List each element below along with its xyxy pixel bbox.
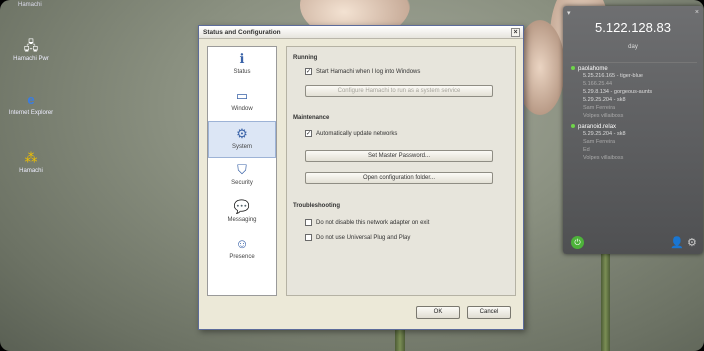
sidebar-item-security[interactable]: ⛉ Security [208, 158, 276, 195]
panel-close-icon[interactable]: × [695, 9, 699, 16]
sidebar-item-label: Status [233, 69, 251, 75]
settings-sidebar: ℹ Status ▭ Window ⚙ System ⛉ Security 💬 … [207, 46, 277, 296]
checkbox-label: Automatically update networks [316, 130, 398, 137]
sidebar-item-presence[interactable]: ☺ Presence [208, 232, 276, 269]
sidebar-item-window[interactable]: ▭ Window [208, 84, 276, 121]
peer-item[interactable]: 5.29.25.204 - sk8 [571, 96, 697, 104]
sidebar-item-label: System [231, 144, 252, 150]
wallpaper-stem [601, 250, 610, 351]
hamachi-status-panel: ▾ × 5.122.128.83 day paolahome 5.25.216.… [563, 6, 703, 254]
sidebar-item-system[interactable]: ⚙ System [208, 121, 276, 158]
checkbox-box[interactable]: ✓ [305, 130, 312, 137]
peer-item[interactable]: 5.166.25.44 [571, 80, 697, 88]
desktop-icon-hamachi[interactable]: ⁂ Hamachi [8, 150, 54, 175]
status-config-dialog: Status and Configuration × ℹ Status ▭ Wi… [198, 25, 524, 330]
no-disable-adapter-checkbox[interactable]: Do not disable this network adapter on e… [305, 219, 429, 226]
start-with-windows-checkbox[interactable]: ✓ Start Hamachi when I log into Windows [305, 68, 420, 75]
peer-item[interactable]: 5.29.25.204 - sk8 [571, 130, 697, 138]
peer-item[interactable]: Volpes villaiboss [571, 154, 697, 162]
cancel-button[interactable]: Cancel [467, 306, 511, 319]
section-maintenance: Maintenance [293, 115, 330, 121]
settings-icon[interactable]: ⚙ [687, 236, 697, 249]
online-dot-icon [571, 124, 575, 128]
network-computer-icon: 🖧 [23, 38, 39, 53]
checkbox-box[interactable] [305, 219, 312, 226]
dialog-title: Status and Configuration [203, 29, 281, 36]
presence-icon: ☺ [235, 236, 249, 251]
speech-bubble-icon: 💬 [233, 199, 251, 214]
shield-icon: ⛉ [237, 162, 247, 177]
desktop-icon-label: Internet Explorer [8, 110, 54, 116]
status-text: day [628, 44, 638, 50]
ip-address: 5.122.128.83 [595, 20, 671, 35]
dialog-titlebar[interactable]: Status and Configuration × [199, 26, 523, 39]
hamachi-icon: ⁂ [24, 150, 38, 165]
sidebar-item-status[interactable]: ℹ Status [208, 47, 276, 84]
peer-item[interactable]: Ed [571, 146, 697, 154]
sidebar-item-label: Window [231, 106, 253, 112]
sidebar-item-label: Messaging [227, 217, 257, 223]
set-master-password-button[interactable]: Set Master Password... [305, 150, 493, 162]
desktop-icon-label: Hamachi Pwr [13, 56, 49, 62]
window-icon: ▭ [235, 88, 249, 103]
sidebar-item-label: Security [231, 180, 253, 186]
info-icon: ℹ [239, 51, 245, 66]
peer-item[interactable]: Volpes villaiboss [571, 112, 697, 120]
desktop-icon-network[interactable]: 🖧 Hamachi Pwr [8, 38, 54, 63]
peer-item[interactable]: Sam Ferreira [571, 138, 697, 146]
checkbox-label: Start Hamachi when I log into Windows [316, 68, 421, 75]
online-dot-icon [571, 66, 575, 70]
network-list: paolahome 5.25.216.165 - tiger-blue 5.16… [571, 62, 697, 230]
gear-icon: ⚙ [236, 126, 248, 141]
section-troubleshooting: Troubleshooting [293, 203, 340, 209]
configure-service-button[interactable]: Configure Hamachi to run as a system ser… [305, 85, 493, 97]
sidebar-item-label: Presence [229, 254, 255, 260]
section-running: Running [293, 55, 318, 61]
add-user-icon[interactable]: 👤 [670, 236, 684, 249]
settings-panel: Running ✓ Start Hamachi when I log into … [286, 46, 516, 296]
ok-button[interactable]: OK [416, 306, 460, 319]
power-icon[interactable]: ⏻ [571, 236, 584, 249]
checkbox-box[interactable]: ✓ [305, 68, 312, 75]
desktop-icon-label: Hamachi [19, 168, 43, 174]
desktop-icon-ie[interactable]: e Internet Explorer [8, 92, 54, 117]
peer-item[interactable]: 5.25.216.165 - tiger-blue [571, 72, 697, 80]
checkbox-label: Do not use Universal Plug and Play [316, 234, 411, 241]
peer-item[interactable]: Sam Ferreira [571, 104, 697, 112]
desktop-top-label: Hamachi [18, 2, 42, 8]
no-upnp-checkbox[interactable]: Do not use Universal Plug and Play [305, 234, 410, 241]
close-button[interactable]: × [511, 28, 520, 37]
panel-minimize-icon[interactable]: ▾ [567, 9, 571, 17]
ie-icon: e [27, 92, 35, 107]
open-config-folder-button[interactable]: Open configuration folder... [305, 172, 493, 184]
sidebar-item-messaging[interactable]: 💬 Messaging [208, 195, 276, 232]
checkbox-label: Do not disable this network adapter on e… [316, 219, 430, 226]
auto-update-checkbox[interactable]: ✓ Automatically update networks [305, 130, 397, 137]
checkbox-box[interactable] [305, 234, 312, 241]
peer-item[interactable]: 5.29.8.134 - gorgeous-aunts [571, 88, 697, 96]
